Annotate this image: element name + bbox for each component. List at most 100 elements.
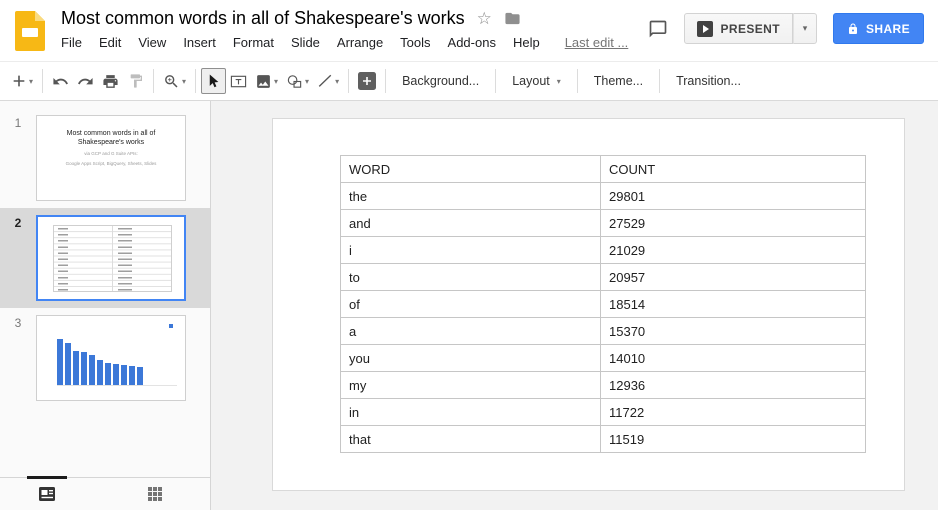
table-cell-count[interactable]: 18514 — [601, 291, 866, 318]
last-edit-link[interactable]: Last edit ... — [565, 35, 629, 50]
paint-roller-icon — [128, 73, 144, 89]
slide-thumbnail-item-3[interactable]: 3 — [0, 308, 210, 408]
table-cell-count[interactable]: 21029 — [601, 237, 866, 264]
play-icon — [697, 21, 713, 37]
thumbnail-subtitle-line2: Google Apps Script, BigQuery, Sheets, Sl… — [37, 161, 185, 168]
menu-addons[interactable]: Add-ons — [448, 35, 496, 50]
menu-insert[interactable]: Insert — [183, 35, 216, 50]
toolbar-separator — [348, 69, 349, 93]
chevron-down-icon: ▾ — [29, 77, 33, 86]
table-header-count[interactable]: COUNT — [601, 156, 866, 183]
textbox-tool-button[interactable] — [226, 68, 251, 94]
shape-tool-button[interactable]: ▾ — [282, 68, 313, 94]
slides-list: 1 Most common words in all of Shakespear… — [0, 101, 210, 477]
background-button[interactable]: Background... — [391, 68, 490, 94]
table-cell-count[interactable]: 11722 — [601, 399, 866, 426]
undo-button[interactable] — [48, 68, 73, 94]
present-label: PRESENT — [721, 22, 780, 36]
table-row: my 12936 — [341, 372, 866, 399]
legend-dot — [169, 324, 173, 328]
comments-icon[interactable] — [648, 19, 668, 39]
star-icon[interactable]: ☆ — [477, 10, 492, 27]
table-cell-word[interactable]: the — [341, 183, 601, 210]
slide-1-thumbnail[interactable]: Most common words in all of Shakespeare'… — [36, 115, 186, 201]
mini-bar-chart-preview — [45, 322, 179, 394]
print-button[interactable] — [98, 68, 123, 94]
document-title[interactable]: Most common words in all of Shakespeare'… — [61, 8, 465, 29]
redo-icon — [77, 73, 94, 90]
paint-format-button[interactable] — [123, 68, 148, 94]
table-row: of 18514 — [341, 291, 866, 318]
table-cell-word[interactable]: in — [341, 399, 601, 426]
word-count-table[interactable]: WORD COUNT the 29801 and 27529 i — [340, 155, 866, 453]
table-row: to 20957 — [341, 264, 866, 291]
table-header-word[interactable]: WORD — [341, 156, 601, 183]
plus-icon — [11, 73, 27, 89]
table-row: in 11722 — [341, 399, 866, 426]
lock-icon — [847, 22, 859, 36]
theme-button[interactable]: Theme... — [583, 68, 654, 94]
transition-button[interactable]: Transition... — [665, 68, 752, 94]
layout-button[interactable]: Layout ▾ — [501, 68, 572, 94]
filmstrip-view-button[interactable] — [38, 486, 56, 502]
thumbnail-title-text: Most common words in all of Shakespeare'… — [37, 129, 185, 148]
table-cell-word[interactable]: you — [341, 345, 601, 372]
cursor-arrow-icon — [206, 73, 221, 89]
header-actions: PRESENT ▾ SHARE — [648, 13, 925, 44]
menu-tools[interactable]: Tools — [400, 35, 430, 50]
table-cell-count[interactable]: 12936 — [601, 372, 866, 399]
table-cell-count[interactable]: 29801 — [601, 183, 866, 210]
menu-view[interactable]: View — [138, 35, 166, 50]
menu-help[interactable]: Help — [513, 35, 540, 50]
image-icon — [255, 73, 272, 90]
grid-view-button[interactable] — [147, 486, 163, 502]
slide-3-thumbnail[interactable] — [36, 315, 186, 401]
insert-placeholder-button[interactable] — [354, 68, 380, 94]
slide-canvas[interactable]: WORD COUNT the 29801 and 27529 i — [272, 118, 905, 491]
menu-slide[interactable]: Slide — [291, 35, 320, 50]
toolbar-separator — [385, 69, 386, 93]
chevron-down-icon: ▾ — [182, 77, 186, 86]
chevron-down-icon: ▾ — [305, 77, 309, 86]
slide-thumbnail-item-2[interactable]: 2 — [0, 208, 210, 308]
table-cell-count[interactable]: 15370 — [601, 318, 866, 345]
select-tool-button[interactable] — [201, 68, 226, 94]
folder-icon[interactable] — [504, 11, 521, 26]
share-button[interactable]: SHARE — [833, 13, 924, 44]
menu-edit[interactable]: Edit — [99, 35, 121, 50]
toolbar: ▾ ▾ ▾ ▾ — [0, 61, 938, 101]
canvas-area: WORD COUNT the 29801 and 27529 i — [211, 101, 938, 510]
menu-arrange[interactable]: Arrange — [337, 35, 383, 50]
table-cell-word[interactable]: that — [341, 426, 601, 453]
mini-table-preview — [53, 225, 172, 292]
toolbar-separator — [153, 69, 154, 93]
slide-thumbnail-item-1[interactable]: 1 Most common words in all of Shakespear… — [0, 108, 210, 208]
table-cell-count[interactable]: 14010 — [601, 345, 866, 372]
redo-button[interactable] — [73, 68, 98, 94]
table-cell-count[interactable]: 11519 — [601, 426, 866, 453]
line-icon — [317, 73, 333, 89]
table-cell-count[interactable]: 20957 — [601, 264, 866, 291]
header: Most common words in all of Shakespeare'… — [0, 0, 938, 61]
present-button[interactable]: PRESENT — [684, 13, 793, 44]
table-cell-word[interactable]: of — [341, 291, 601, 318]
chevron-down-icon: ▾ — [557, 77, 561, 86]
line-tool-button[interactable]: ▾ — [313, 68, 343, 94]
image-tool-button[interactable]: ▾ — [251, 68, 282, 94]
table-cell-word[interactable]: to — [341, 264, 601, 291]
table-cell-word[interactable]: my — [341, 372, 601, 399]
table-cell-word[interactable]: and — [341, 210, 601, 237]
zoom-button[interactable]: ▾ — [159, 68, 190, 94]
slide-2-thumbnail[interactable] — [36, 215, 186, 301]
menu-file[interactable]: File — [61, 35, 82, 50]
table-cell-word[interactable]: i — [341, 237, 601, 264]
table-cell-word[interactable]: a — [341, 318, 601, 345]
slides-logo-icon[interactable] — [15, 11, 45, 51]
new-slide-button[interactable]: ▾ — [7, 68, 37, 94]
present-dropdown-button[interactable]: ▾ — [793, 13, 817, 44]
zoom-in-icon — [163, 73, 180, 90]
textbox-icon — [230, 73, 247, 90]
menu-format[interactable]: Format — [233, 35, 274, 50]
table-cell-count[interactable]: 27529 — [601, 210, 866, 237]
filmstrip-view-icon — [38, 486, 56, 502]
